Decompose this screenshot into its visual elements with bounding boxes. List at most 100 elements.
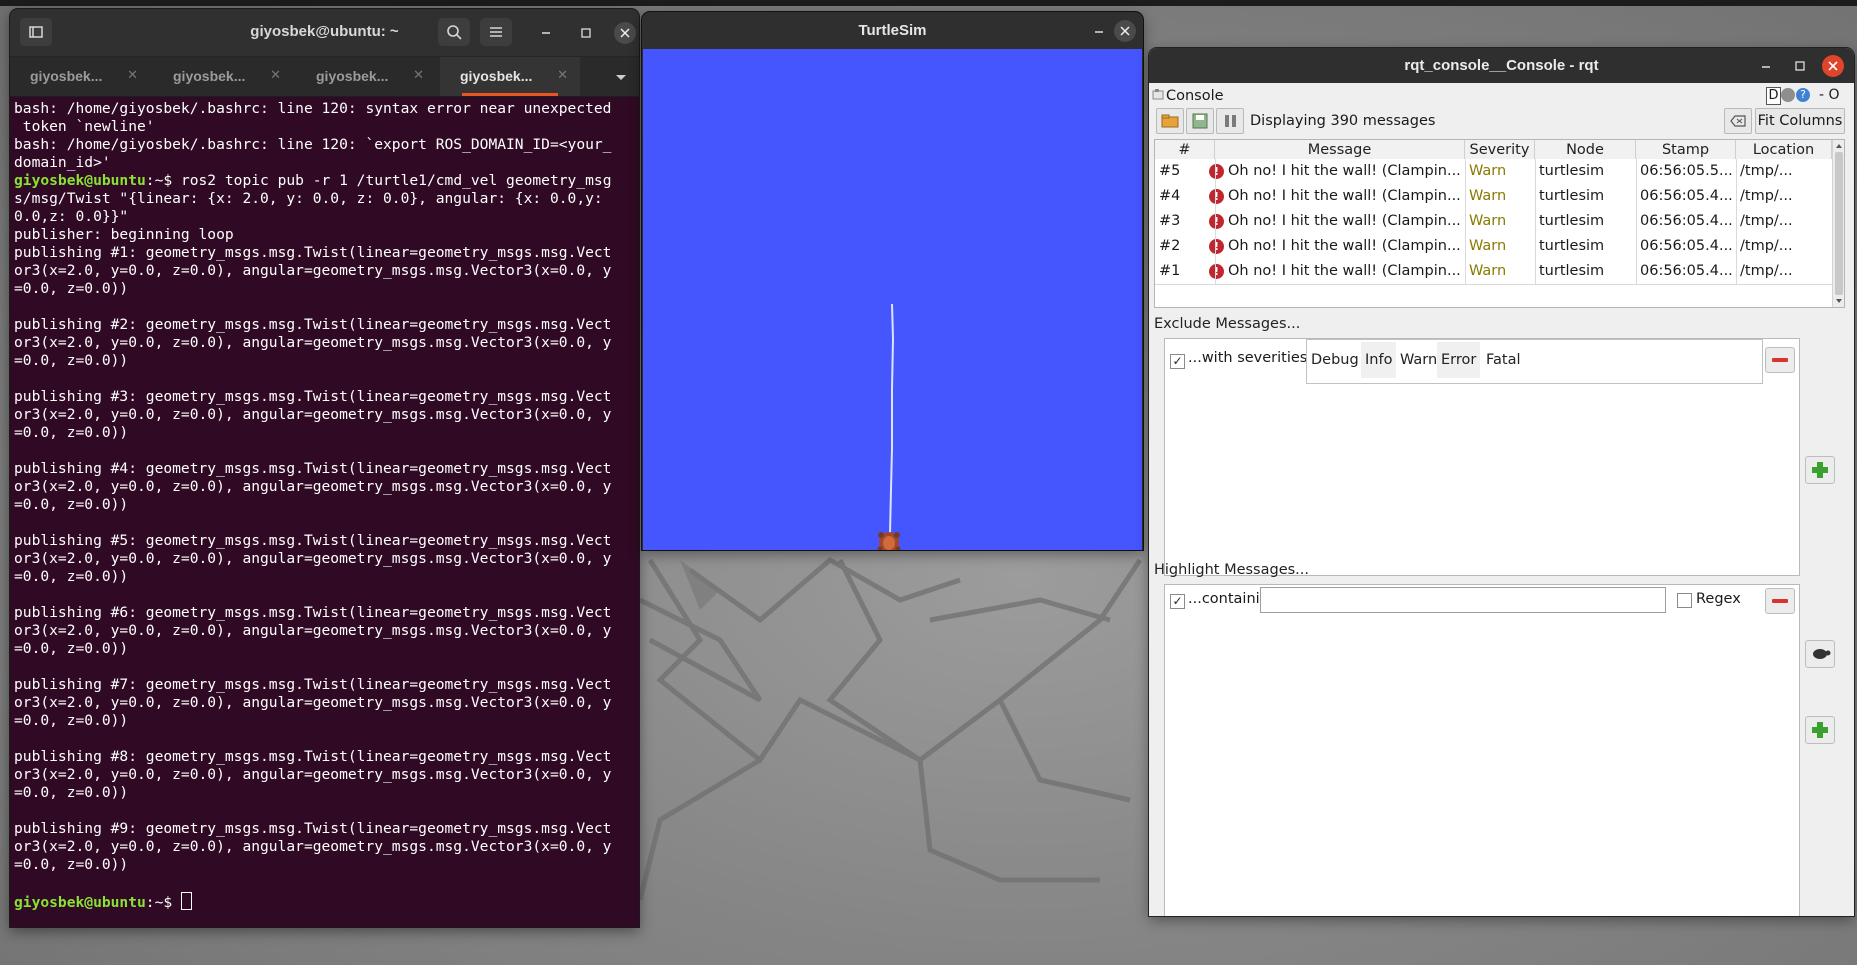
remove-filter-icon[interactable] <box>1765 347 1795 373</box>
reload-icon[interactable] <box>1781 88 1795 102</box>
terminal-tab-active[interactable]: giyosbek... ✕ <box>440 57 580 96</box>
column-header-stamp[interactable]: Stamp <box>1636 140 1736 160</box>
turtlesim-titlebar[interactable]: TurtleSim <box>642 12 1143 49</box>
table-row[interactable]: ! #2 Oh no! I hit the wall! (Clampin... War… <box>1155 234 1832 260</box>
help-icon[interactable]: ? <box>1796 88 1810 102</box>
row-number: #1 <box>1159 263 1181 279</box>
severity-option-debug[interactable]: Debug <box>1307 342 1363 378</box>
table-scrollbar[interactable] <box>1832 140 1844 307</box>
row-severity: Warn <box>1469 263 1507 279</box>
chevron-down-icon[interactable] <box>613 70 629 84</box>
terminal-headerbar[interactable]: giyosbek@ubuntu: ~ <box>10 9 639 57</box>
rqt-console-window[interactable]: rqt_console__Console - rqt Console D ? -… <box>1149 48 1854 916</box>
message-count: Displaying 390 messages <box>1250 113 1436 129</box>
column-header-node[interactable]: Node <box>1535 140 1636 160</box>
maximize-icon[interactable] <box>1789 55 1811 77</box>
save-icon[interactable] <box>1186 108 1214 134</box>
terminal-tab[interactable]: giyosbek... ✕ <box>10 57 150 96</box>
terminal-output-line: 0.0,z: 0.0}}" <box>14 208 129 225</box>
terminal-output-line: or3(x=2.0, y=0.0, z=0.0), angular=geomet… <box>14 262 612 279</box>
remove-filter-icon[interactable] <box>1765 588 1795 614</box>
terminal-output-line: =0.0, z=0.0)) <box>14 424 129 441</box>
column-divider <box>1465 259 1466 284</box>
maximize-icon[interactable] <box>575 22 597 44</box>
row-stamp: 06:56:05.4... <box>1640 263 1733 279</box>
dock-button[interactable]: D <box>1766 87 1781 105</box>
minimize-icon[interactable] <box>1088 20 1110 42</box>
row-stamp: 06:56:05.5... <box>1640 163 1733 179</box>
severity-filter-checkbox[interactable]: ✓ <box>1170 354 1185 369</box>
regex-checkbox[interactable] <box>1677 593 1692 608</box>
terminal-output-line: =0.0, z=0.0)) <box>14 856 129 873</box>
open-icon[interactable] <box>1156 108 1184 134</box>
column-header-location[interactable]: Location <box>1736 140 1832 160</box>
terminal-output-line: publishing #7: geometry_msgs.msg.Twist(l… <box>14 676 612 693</box>
severity-option-error[interactable]: Error <box>1437 342 1481 378</box>
close-icon[interactable] <box>1822 55 1844 77</box>
table-row[interactable]: ! #3 Oh no! I hit the wall! (Clampin... War… <box>1155 209 1832 235</box>
warning-severity-icon: ! <box>1209 239 1224 254</box>
terminal-window[interactable]: giyosbek@ubuntu: ~ giyosbek... ✕ giyosbe… <box>10 9 639 927</box>
severity-option-fatal[interactable]: Fatal <box>1482 342 1525 378</box>
turtle-icon[interactable] <box>1805 640 1835 668</box>
terminal-tab[interactable]: giyosbek... ✕ <box>296 57 436 96</box>
plugin-corner-controls[interactable]: - O <box>1819 87 1840 103</box>
column-divider <box>1215 234 1216 259</box>
row-location: /tmp/... <box>1740 188 1793 204</box>
terminal-output-line: or3(x=2.0, y=0.0, z=0.0), angular=geomet… <box>14 766 612 783</box>
containing-filter-checkbox[interactable]: ✓ <box>1170 594 1185 609</box>
table-row[interactable]: ! #1 Oh no! I hit the wall! (Clampin... War… <box>1155 259 1832 285</box>
terminal-output-line: publishing #3: geometry_msgs.msg.Twist(l… <box>14 388 612 405</box>
column-divider <box>1636 259 1637 284</box>
hamburger-menu-icon[interactable] <box>480 18 512 46</box>
column-divider <box>1636 234 1637 259</box>
row-node: turtlesim <box>1539 263 1605 279</box>
terminal-prompt: giyosbek@ubuntu <box>14 172 146 189</box>
terminal-tab-bar: giyosbek... ✕ giyosbek... ✕ giyosbek... … <box>10 57 639 97</box>
minimize-icon[interactable] <box>535 22 557 44</box>
pause-icon[interactable] <box>1216 108 1244 134</box>
turtle-icon <box>877 532 901 550</box>
column-header-num[interactable]: # <box>1155 140 1215 160</box>
severity-option-warn[interactable]: Warn <box>1396 342 1441 378</box>
fit-columns-button[interactable]: Fit Columns <box>1755 108 1845 134</box>
tab-close-icon[interactable]: ✕ <box>270 67 281 83</box>
containing-input[interactable] <box>1260 587 1666 613</box>
rqt-titlebar[interactable]: rqt_console__Console - rqt <box>1149 48 1854 83</box>
table-row[interactable]: ! #5 Oh no! I hit the wall! (Clampin... War… <box>1155 159 1832 185</box>
search-icon[interactable] <box>438 18 470 46</box>
terminal-current-prompt[interactable]: giyosbek@ubuntu:~$ <box>14 892 639 911</box>
row-message: Oh no! I hit the wall! (Clampin... <box>1228 188 1461 204</box>
tab-close-icon[interactable]: ✕ <box>413 67 424 83</box>
terminal-tab[interactable]: giyosbek... ✕ <box>153 57 293 96</box>
clear-icon[interactable] <box>1724 108 1752 134</box>
close-icon[interactable] <box>1114 20 1136 42</box>
plugin-icon <box>1152 88 1164 100</box>
terminal-prompt: giyosbek@ubuntu <box>14 894 146 911</box>
terminal-output[interactable]: bash: /home/giyosbek/.bashrc: line 120: … <box>10 97 639 911</box>
row-location: /tmp/... <box>1740 263 1793 279</box>
table-row[interactable]: ! #4 Oh no! I hit the wall! (Clampin... War… <box>1155 184 1832 210</box>
row-stamp: 06:56:05.4... <box>1640 238 1733 254</box>
row-stamp: 06:56:05.4... <box>1640 188 1733 204</box>
column-divider <box>1215 259 1216 284</box>
severity-option-info[interactable]: Info <box>1361 342 1397 378</box>
add-exclude-filter-icon[interactable] <box>1805 456 1835 484</box>
tab-close-icon[interactable]: ✕ <box>127 67 138 83</box>
column-header-message[interactable]: Message <box>1215 140 1465 160</box>
plugin-label: Console <box>1166 88 1224 104</box>
close-icon[interactable] <box>614 22 636 44</box>
row-message: Oh no! I hit the wall! (Clampin... <box>1228 238 1461 254</box>
row-location: /tmp/... <box>1740 163 1793 179</box>
add-highlight-filter-icon[interactable] <box>1805 716 1835 744</box>
column-divider <box>1636 159 1637 184</box>
tab-close-icon[interactable]: ✕ <box>557 67 568 83</box>
terminal-output-line: =0.0, z=0.0)) <box>14 784 129 801</box>
minimize-icon[interactable] <box>1755 55 1777 77</box>
column-header-severity[interactable]: Severity <box>1465 140 1535 160</box>
turtlesim-window[interactable]: TurtleSim <box>642 12 1143 550</box>
message-table[interactable]: # Message Severity Node Stamp Location !… <box>1154 139 1845 308</box>
terminal-output-line: s/msg/Twist "{linear: {x: 2.0, y: 0.0, z… <box>14 190 603 207</box>
